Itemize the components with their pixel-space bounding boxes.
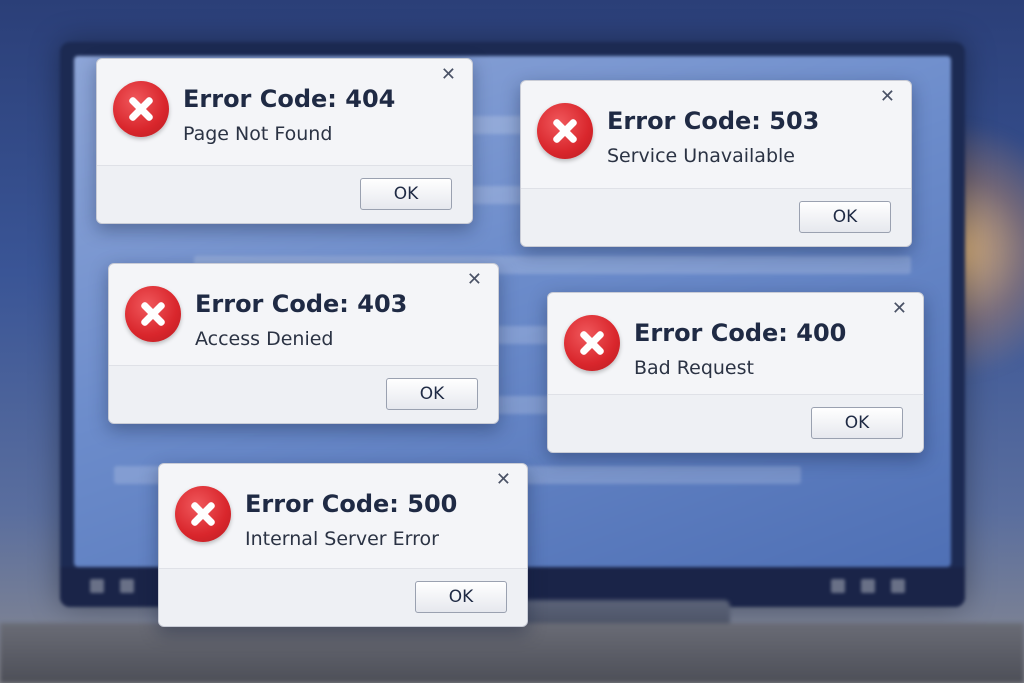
error-x-icon: [175, 486, 231, 542]
ok-button[interactable]: OK: [811, 407, 903, 439]
close-icon[interactable]: ✕: [441, 65, 456, 85]
ok-button[interactable]: OK: [360, 178, 452, 210]
error-x-icon: [537, 103, 593, 159]
dialog-message: Internal Server Error: [245, 528, 439, 550]
error-x-icon: [564, 315, 620, 371]
dialog-body: Error Code: 500 Internal Server Error ✕: [159, 464, 527, 569]
dialog-footer: OK: [109, 366, 498, 423]
error-x-icon: [125, 286, 181, 342]
dialog-message: Page Not Found: [183, 123, 333, 145]
ok-button[interactable]: OK: [415, 581, 507, 613]
dialog-message: Bad Request: [634, 357, 754, 379]
dialog-title: Error Code: 500: [245, 490, 458, 518]
close-icon[interactable]: ✕: [892, 299, 907, 319]
dialog-message: Service Unavailable: [607, 145, 795, 167]
error-dialog-503: Error Code: 503 Service Unavailable ✕ OK: [520, 80, 912, 247]
dialog-message: Access Denied: [195, 328, 334, 350]
dialog-body: Error Code: 503 Service Unavailable ✕: [521, 81, 911, 189]
dialog-title: Error Code: 400: [634, 319, 847, 347]
dialog-body: Error Code: 404 Page Not Found ✕: [97, 59, 472, 166]
dialog-title: Error Code: 403: [195, 290, 408, 318]
dialog-footer: OK: [521, 189, 911, 246]
ok-button[interactable]: OK: [386, 378, 478, 410]
dialog-body: Error Code: 400 Bad Request ✕: [548, 293, 923, 395]
desk-surface: [0, 623, 1024, 683]
dialog-body: Error Code: 403 Access Denied ✕: [109, 264, 498, 366]
error-dialog-404: Error Code: 404 Page Not Found ✕ OK: [96, 58, 473, 224]
close-icon[interactable]: ✕: [496, 470, 511, 490]
dialog-footer: OK: [548, 395, 923, 452]
error-x-icon: [113, 81, 169, 137]
dialog-footer: OK: [97, 166, 472, 223]
error-dialog-400: Error Code: 400 Bad Request ✕ OK: [547, 292, 924, 453]
dialog-title: Error Code: 404: [183, 85, 396, 113]
close-icon[interactable]: ✕: [467, 270, 482, 290]
dialog-title: Error Code: 503: [607, 107, 820, 135]
error-dialog-500: Error Code: 500 Internal Server Error ✕ …: [158, 463, 528, 627]
close-icon[interactable]: ✕: [880, 87, 895, 107]
dialog-footer: OK: [159, 569, 527, 626]
ok-button[interactable]: OK: [799, 201, 891, 233]
error-dialog-403: Error Code: 403 Access Denied ✕ OK: [108, 263, 499, 424]
